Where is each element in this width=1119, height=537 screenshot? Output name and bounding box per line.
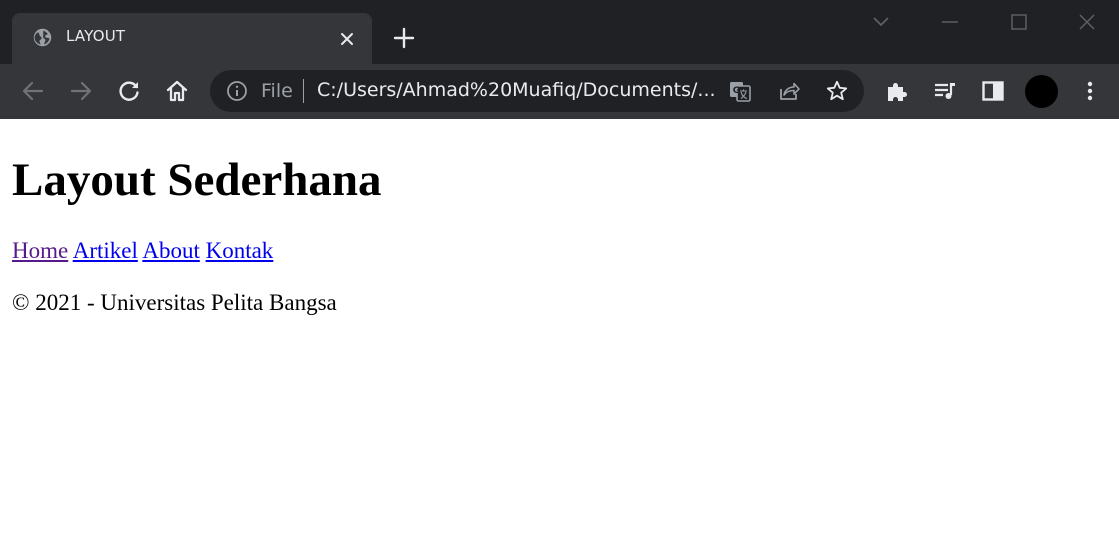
page-title: Layout Sederhana xyxy=(12,154,382,206)
address-bar[interactable]: File C:/Users/Ahmad%20Muafiq/Documents/.… xyxy=(210,70,864,112)
info-icon[interactable] xyxy=(226,80,248,102)
globe-icon xyxy=(32,27,53,48)
minimize-icon[interactable] xyxy=(938,10,962,34)
kebab-icon[interactable] xyxy=(1077,78,1103,104)
footer-text: © 2021 - Universitas Pelita Bangsa xyxy=(12,290,337,315)
star-icon[interactable] xyxy=(825,79,849,103)
share-icon[interactable] xyxy=(777,79,801,103)
tab-layout[interactable]: LAYOUT xyxy=(12,13,372,64)
nav-link-about[interactable]: About xyxy=(142,238,200,263)
side-panel-icon[interactable] xyxy=(980,78,1006,104)
arrow-right-icon[interactable] xyxy=(68,78,94,104)
tab-title: LAYOUT xyxy=(66,27,126,45)
omnibox-divider xyxy=(303,79,304,103)
puzzle-icon[interactable] xyxy=(884,78,910,104)
arrow-left-icon[interactable] xyxy=(20,78,46,104)
svg-text:G: G xyxy=(733,86,740,96)
playlist-icon[interactable] xyxy=(932,78,958,104)
browser-window: LAYOUT File C:/Users/Ahmad%20Muafiq/Docu… xyxy=(0,0,1119,537)
home-icon[interactable] xyxy=(164,78,190,104)
avatar[interactable] xyxy=(1025,75,1058,108)
url-text[interactable]: C:/Users/Ahmad%20Muafiq/Documents/... xyxy=(317,79,717,101)
reload-icon[interactable] xyxy=(116,78,142,104)
browser-toolbar: File C:/Users/Ahmad%20Muafiq/Documents/.… xyxy=(0,64,1119,119)
chevron-down-icon[interactable] xyxy=(869,10,893,34)
nav-link-kontak[interactable]: Kontak xyxy=(206,238,274,263)
main-nav: Home Artikel About Kontak xyxy=(12,237,273,265)
nav-link-artikel[interactable]: Artikel xyxy=(73,238,138,263)
plus-icon[interactable] xyxy=(392,26,416,50)
tab-strip: LAYOUT xyxy=(0,0,1119,64)
close-icon[interactable] xyxy=(336,28,358,50)
scheme-label: File xyxy=(261,80,293,102)
close-icon[interactable] xyxy=(1075,10,1099,34)
maximize-icon[interactable] xyxy=(1007,10,1031,34)
translate-icon[interactable]: G xyxy=(728,79,752,103)
nav-link-home[interactable]: Home xyxy=(12,238,68,263)
page-content: Layout Sederhana Home Artikel About Kont… xyxy=(0,119,1119,537)
